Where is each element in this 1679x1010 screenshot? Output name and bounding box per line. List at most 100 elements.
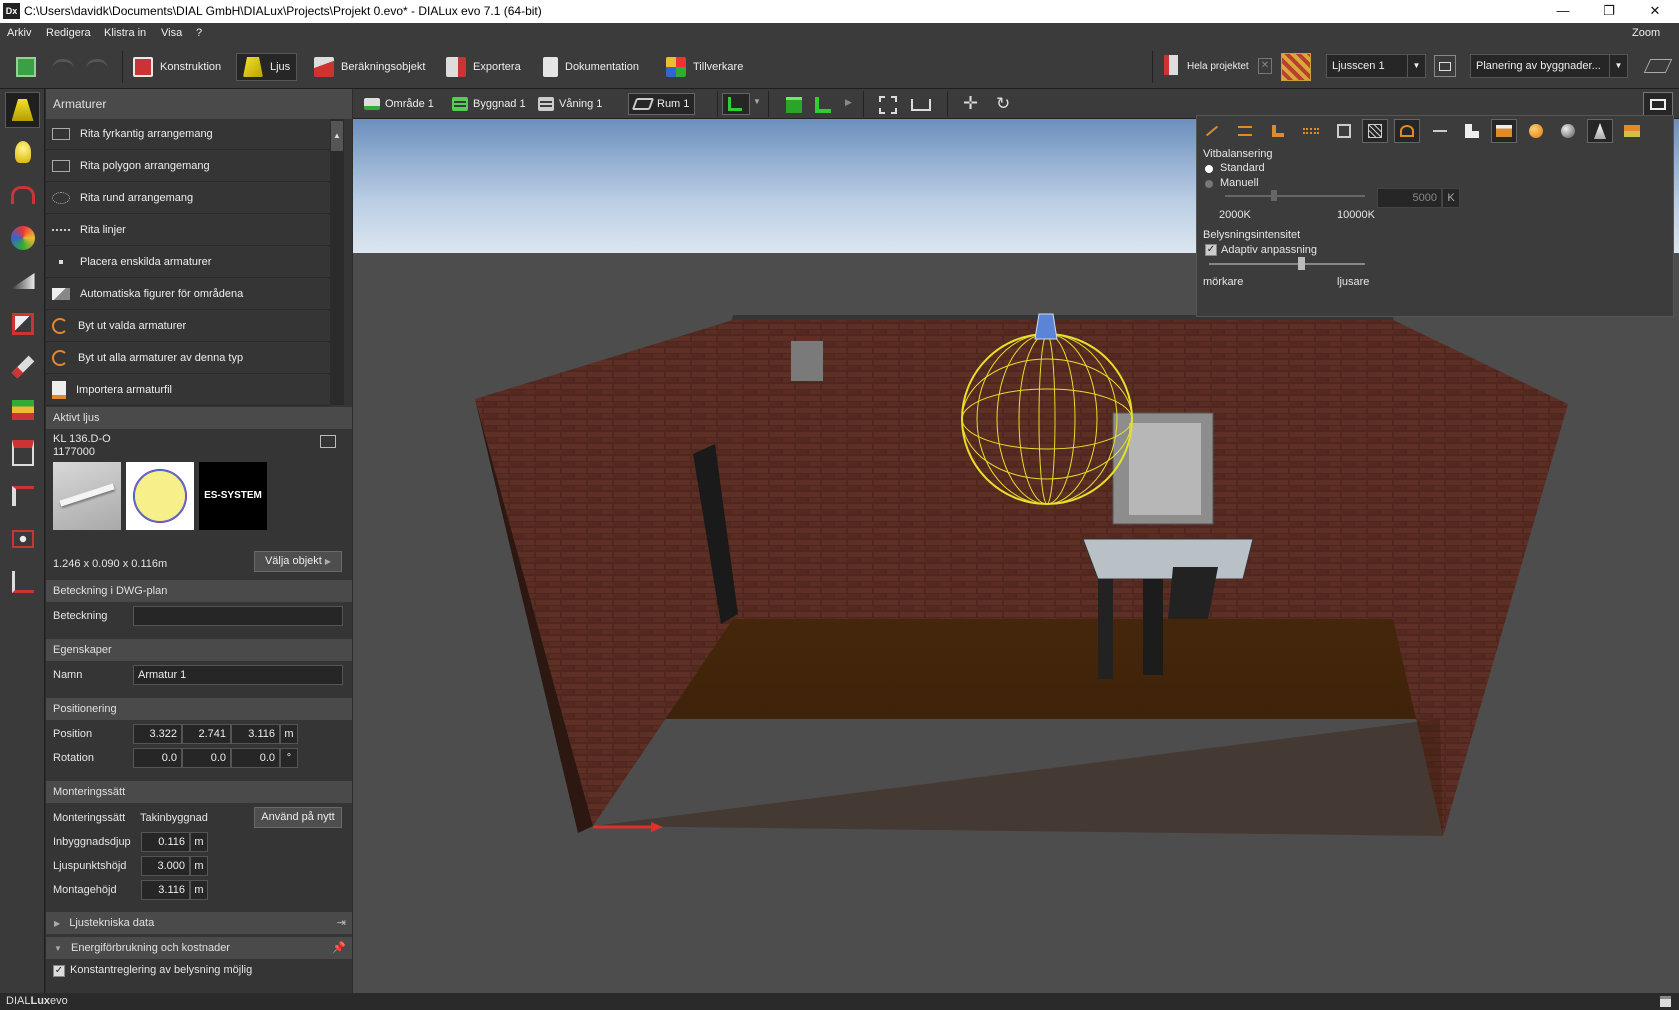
menu-klistra-in[interactable]: Klistra in (104, 27, 146, 39)
tab-berakningsobjekt[interactable]: Beräkningsobjekt (308, 53, 431, 81)
emergency-tool[interactable] (5, 521, 40, 557)
restore-button[interactable]: ❐ (1586, 0, 1632, 23)
close-button[interactable]: ✕ (1632, 0, 1678, 23)
2d-view-icon[interactable] (815, 97, 831, 113)
snap-mode-button[interactable] (722, 93, 750, 115)
move-icon[interactable]: ✛ (963, 93, 978, 114)
menu-zoom[interactable]: Zoom (1632, 27, 1660, 39)
wireframe-icon[interactable] (1199, 119, 1225, 143)
intensity-slider-thumb[interactable] (1298, 257, 1305, 270)
escape-route-tool[interactable] (5, 564, 40, 600)
beteckning-input[interactable] (133, 606, 343, 626)
list-item[interactable]: Byt ut valda armaturer (46, 311, 330, 342)
hela-projektet-button[interactable]: Hela projektet (1187, 61, 1249, 72)
energy-tool[interactable] (5, 392, 40, 428)
text-tool[interactable] (5, 435, 40, 471)
save-status-icon[interactable] (1660, 996, 1671, 1007)
white-balance-slider[interactable] (1225, 195, 1365, 197)
breadcrumb-vaning[interactable]: Våning 1 (533, 93, 607, 115)
mounting-height-input[interactable]: 3.116 (141, 880, 190, 900)
rotation-x-input[interactable]: 0.0 (133, 748, 182, 768)
select-object-button[interactable]: Välja objekt ▶ (254, 551, 342, 572)
settings-tool[interactable] (5, 349, 40, 385)
position-z-input[interactable]: 3.116 (231, 724, 280, 744)
menu-help[interactable]: ? (196, 27, 202, 39)
project-report-icon[interactable] (1164, 55, 1178, 75)
pin-icon[interactable]: ⇥ (337, 912, 346, 934)
control-groups-tool[interactable] (5, 306, 40, 342)
list-item[interactable]: Rita fyrkantig arrangemang (46, 119, 330, 150)
snap-points-icon[interactable] (1265, 119, 1291, 143)
intensity-tool[interactable] (5, 263, 40, 299)
name-input[interactable]: Armatur 1 (133, 665, 343, 685)
undo-icon[interactable] (52, 59, 74, 75)
list-item[interactable]: Placera enskilda armaturer (46, 247, 330, 278)
box-icon[interactable] (1331, 119, 1357, 143)
menu-arkiv[interactable]: Arkiv (7, 27, 31, 39)
menu-visa[interactable]: Visa (161, 27, 182, 39)
kelvin-input[interactable]: 5000 (1377, 188, 1442, 208)
tab-ljus[interactable]: Ljus (236, 53, 298, 81)
recess-depth-input[interactable]: 0.116 (141, 832, 190, 852)
minimize-button[interactable]: — (1540, 0, 1586, 23)
tab-konstruktion[interactable]: Konstruktion (127, 53, 227, 81)
tab-tillverkare[interactable]: Tillverkare (660, 53, 749, 81)
list-item[interactable]: Rita polygon arrangemang (46, 151, 330, 182)
constant-control-checkbox[interactable]: ✓ (53, 965, 65, 977)
grid-icon[interactable] (1232, 119, 1258, 143)
scroll-up-icon[interactable]: ▲ (331, 121, 343, 151)
scrollbar[interactable]: ▲ (330, 119, 344, 405)
light-cone-icon[interactable] (1587, 119, 1613, 143)
luminaire-details-icon[interactable] (320, 435, 336, 448)
standard-radio[interactable] (1205, 165, 1213, 173)
rotation-z-input[interactable]: 0.0 (231, 748, 280, 768)
texture-icon[interactable] (1491, 119, 1517, 143)
chevron-right-icon[interactable]: ▶ (845, 97, 852, 108)
position-x-input[interactable]: 3.322 (133, 724, 182, 744)
light-bulb-tool[interactable] (5, 134, 40, 170)
tab-dokumentation[interactable]: Dokumentation (537, 53, 645, 81)
menu-redigera[interactable]: Redigera (46, 27, 91, 39)
tab-exportera[interactable]: Exportera (440, 53, 527, 81)
breadcrumb-omrade[interactable]: Område 1 (359, 93, 439, 115)
energi-section[interactable]: ▼ Energiförbrukning och kostnader 📌 (46, 937, 352, 959)
list-item[interactable]: Rita linjer (46, 215, 330, 246)
light-point-height-input[interactable]: 3.000 (141, 856, 190, 876)
measure-icon[interactable] (911, 99, 931, 111)
breadcrumb-byggnad[interactable]: Byggnad 1 (447, 93, 531, 115)
chevron-down-icon[interactable]: ▼ (753, 97, 761, 106)
redo-icon[interactable] (86, 59, 108, 75)
pin-icon[interactable]: 📌 (332, 937, 346, 959)
manual-radio[interactable] (1205, 180, 1213, 188)
false-color-icon[interactable] (1619, 119, 1645, 143)
intensity-slider[interactable] (1209, 263, 1365, 265)
save-icon[interactable] (16, 57, 36, 77)
rotate-icon[interactable]: ↻ (996, 94, 1010, 114)
light-path-tool[interactable] (5, 177, 40, 213)
light-scene-settings-icon[interactable] (1434, 55, 1456, 77)
3d-view-icon[interactable] (786, 97, 802, 113)
reapply-button[interactable]: Använd på nytt (254, 807, 342, 828)
display-settings-button[interactable] (1643, 92, 1673, 116)
list-item[interactable]: Rita rund arrangemang (46, 183, 330, 214)
position-y-input[interactable]: 2.741 (182, 724, 231, 744)
sphere-icon[interactable] (1523, 119, 1549, 143)
selected-luminaire[interactable] (1034, 313, 1058, 340)
list-item[interactable]: Importera armaturfil (46, 375, 330, 406)
white-balance-slider-thumb[interactable] (1271, 190, 1277, 201)
adaptive-checkbox[interactable]: ✓ (1205, 244, 1217, 256)
floor-plan-icon[interactable] (1459, 119, 1485, 143)
dotted-grid-icon[interactable] (1298, 119, 1324, 143)
object-tool[interactable] (5, 478, 40, 514)
grey-sphere-icon[interactable] (1555, 119, 1581, 143)
color-tool[interactable] (5, 220, 40, 256)
luminaire-display-icon[interactable] (1394, 119, 1420, 143)
ljustekniska-section[interactable]: ▶ Ljustekniska data ⇥ (46, 912, 352, 934)
ceiling-icon[interactable] (1427, 119, 1453, 143)
planning-mode-dropdown[interactable]: Planering av byggnader... ▼ (1470, 54, 1628, 78)
breadcrumb-rum[interactable]: Rum 1 (628, 93, 696, 115)
clear-icon[interactable]: ✕ (1258, 58, 1272, 74)
list-item[interactable]: Automatiska figurer för områdena (46, 279, 330, 310)
calculate-icon[interactable] (1281, 53, 1311, 81)
view-mode-icon[interactable] (1643, 59, 1673, 73)
